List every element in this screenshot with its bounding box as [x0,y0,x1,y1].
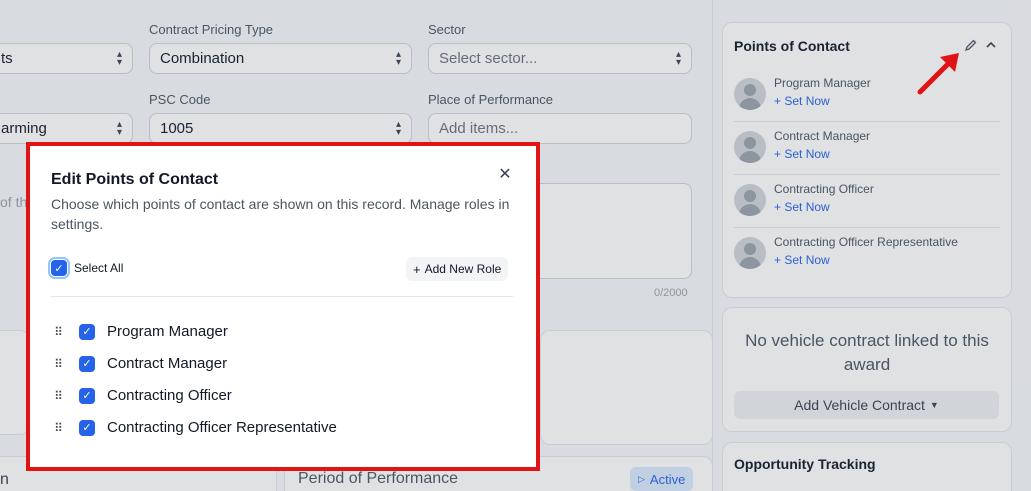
role-row: ⠿ ✓ Contracting Officer Representative [51,419,337,436]
role-label: Program Manager [107,323,228,340]
role-checkbox[interactable]: ✓ [79,323,95,340]
role-row: ⠿ ✓ Contracting Officer [51,387,232,404]
checkbox-checked-icon: ✓ [48,257,70,279]
drag-handle-icon[interactable]: ⠿ [51,358,65,370]
role-row: ⠿ ✓ Program Manager [51,323,228,340]
drag-handle-icon[interactable]: ⠿ [51,422,65,434]
edit-points-of-contact-modal: Edit Points of Contact ✕ Choose which po… [30,146,536,467]
red-arrow-annotation [917,53,959,95]
plus-icon: + [413,261,421,277]
drag-handle-icon[interactable]: ⠿ [51,326,65,338]
divider [51,296,513,297]
close-icon[interactable]: ✕ [496,166,514,184]
add-new-role-button[interactable]: + Add New Role [406,257,509,281]
role-row: ⠿ ✓ Contract Manager [51,355,227,372]
select-all-checkbox[interactable]: ✓ Select All [48,257,124,279]
role-label: Contracting Officer Representative [107,419,337,436]
role-label: Contract Manager [107,355,228,372]
modal-title: Edit Points of Contact [51,171,219,188]
role-checkbox[interactable]: ✓ [79,387,95,404]
drag-handle-icon[interactable]: ⠿ [51,390,65,402]
modal-description: Choose which points of contact are shown… [51,196,510,232]
select-all-label: Select All [74,261,124,275]
role-checkbox[interactable]: ✓ [79,419,95,436]
add-new-role-label: Add New Role [424,262,502,276]
role-label: Contracting Officer [107,387,232,404]
role-checkbox[interactable]: ✓ [79,355,95,372]
